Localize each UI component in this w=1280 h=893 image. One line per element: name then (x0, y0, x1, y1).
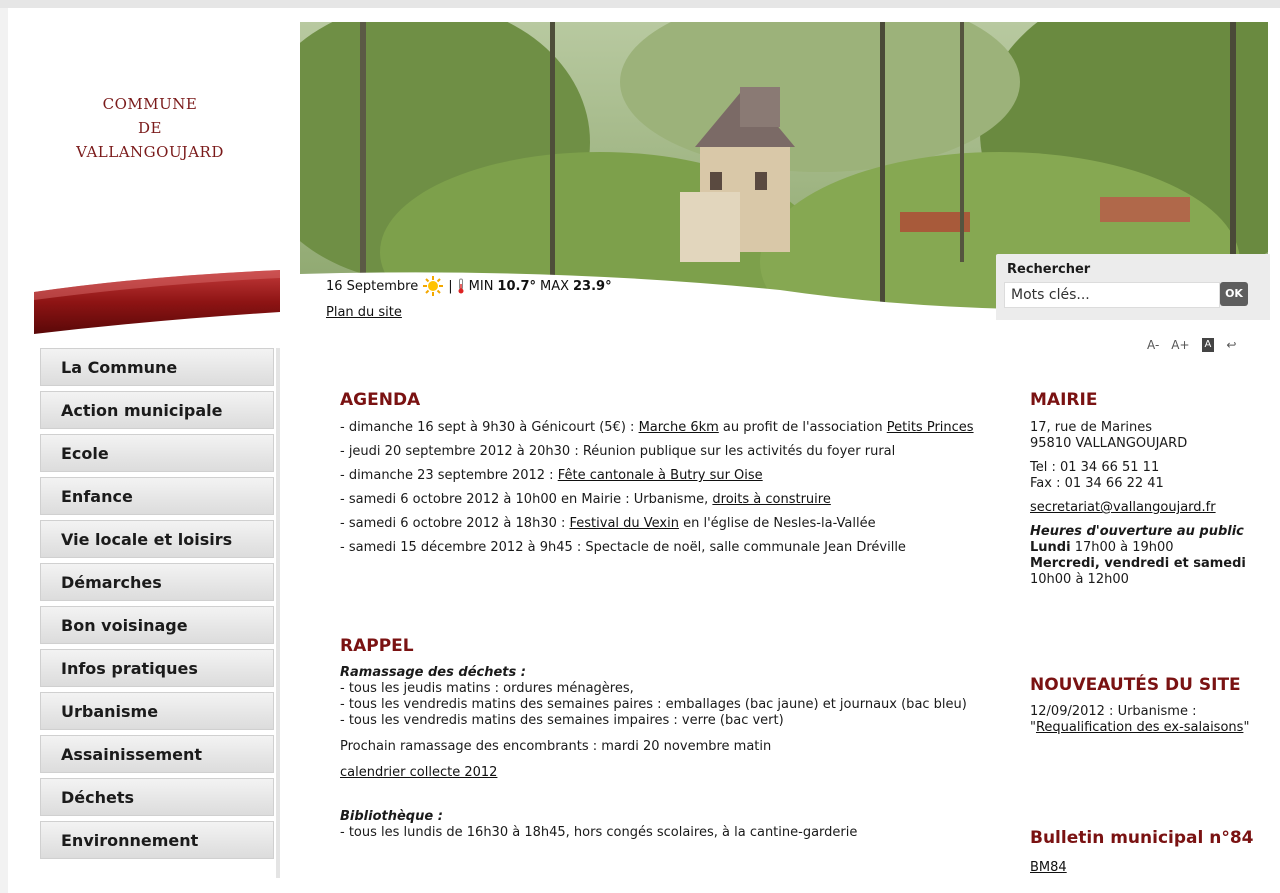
agenda-item-text: en l'église de Nesles-la-Vallée (678, 516, 876, 531)
nav-item-la-commune[interactable]: La Commune (40, 348, 274, 386)
bibliotheque-text: - tous les lundis de 16h30 à 18h45, hors… (340, 825, 858, 840)
agenda-item-text: - samedi 6 octobre 2012 à 10h00 en Mairi… (340, 492, 713, 507)
agenda-item-text: - dimanche 16 sept à 9h30 à Génicourt (5… (340, 420, 639, 435)
mairie-title: MAIRIE (1030, 390, 1098, 410)
hours-day-1: Lundi (1030, 540, 1071, 555)
sun-icon (423, 276, 444, 296)
bulletin-title: Bulletin municipal n°84 (1030, 828, 1254, 848)
thermometer-icon (458, 278, 464, 294)
search-ok-button[interactable]: OK (1220, 282, 1248, 306)
back-icon[interactable]: ↩ (1226, 338, 1236, 352)
calendrier-link[interactable]: calendrier collecte 2012 (340, 765, 497, 780)
nav-item-enfance[interactable]: Enfance (40, 477, 274, 515)
nav-item-infos-pratiques[interactable]: Infos pratiques (40, 649, 274, 687)
weather-max-label: MAX (540, 278, 570, 294)
agenda-link[interactable]: Petits Princes (887, 420, 974, 435)
logo-line-1: COMMUNE (102, 95, 198, 113)
sitemap-link[interactable]: Plan du site (326, 305, 402, 320)
sitemap-link-text[interactable]: Plan du site (326, 305, 402, 320)
font-smaller-button[interactable]: A- (1147, 338, 1159, 352)
agenda-link[interactable]: Marche 6km (639, 420, 719, 435)
hours-day-2: Mercredi, vendredi et samedi (1030, 556, 1246, 571)
mairie-email-link[interactable]: secretariat@vallangoujard.fr (1030, 500, 1216, 515)
dechets-line: - tous les vendredis matins des semaines… (340, 713, 784, 728)
logo-line-3: VALLANGOUJARD (76, 143, 224, 161)
top-border (0, 0, 1280, 8)
font-normal-button[interactable]: A (1201, 338, 1215, 352)
dechets-line: - tous les vendredis matins des semaines… (340, 697, 967, 712)
logo-line-2: DE (138, 119, 162, 137)
encombrants-text: Prochain ramassage des encombrants : mar… (340, 739, 772, 754)
agenda-item: - samedi 15 décembre 2012 à 9h45 : Spect… (340, 540, 980, 556)
agenda-item: - samedi 6 octobre 2012 à 18h30 : Festiv… (340, 516, 980, 532)
nouveautes-link[interactable]: Requalification des ex-salaisons (1036, 720, 1243, 735)
agenda-item-text: - samedi 6 octobre 2012 à 18h30 : (340, 516, 570, 531)
rappel-title: RAPPEL (340, 636, 414, 656)
weather-min: 10.7° (497, 278, 536, 294)
dechets-line: - tous les jeudis matins : ordures ménag… (340, 681, 634, 696)
mairie-tel: Tel : 01 34 66 51 11 (1030, 460, 1160, 475)
nav-item-urbanisme[interactable]: Urbanisme (40, 692, 274, 730)
agenda-link[interactable]: Fête cantonale à Butry sur Oise (558, 468, 763, 483)
hours-time-2: 10h00 à 12h00 (1030, 572, 1129, 587)
agenda-title: AGENDA (340, 390, 421, 410)
agenda-item: - samedi 6 octobre 2012 à 10h00 en Mairi… (340, 492, 980, 508)
hours-line-1: Lundi 17h00 à 19h00 (1030, 540, 1270, 556)
mairie-address-1: 17, rue de Marines (1030, 420, 1153, 435)
nav-item-vie-locale[interactable]: Vie locale et loisirs (40, 520, 274, 558)
nav-item-dechets[interactable]: Déchets (40, 778, 274, 816)
nav-item-demarches[interactable]: Démarches (40, 563, 274, 601)
agenda-link[interactable]: droits à construire (712, 492, 830, 507)
nav-shadow (276, 348, 280, 878)
weather-bar: 16 Septembre | MIN 10.7° MAX 23.9° (326, 275, 612, 297)
rappel-section: Ramassage des déchets : - tous les jeudi… (340, 665, 980, 841)
bulletin-section: BM84 (1030, 860, 1067, 876)
nav-item-assainissement[interactable]: Assainissement (40, 735, 274, 773)
nouveautes-section: 12/09/2012 : Urbanisme : "Requalificatio… (1030, 704, 1270, 736)
left-border (0, 8, 8, 893)
dechets-title: Ramassage des déchets : (340, 665, 526, 680)
search-label: Rechercher (1007, 262, 1091, 277)
agenda-item: - jeudi 20 septembre 2012 à 20h30 : Réun… (340, 444, 980, 460)
mairie-info: 17, rue de Marines 95810 VALLANGOUJARD T… (1030, 420, 1270, 588)
bibliotheque-title: Bibliothèque : (340, 809, 443, 824)
site-logo[interactable]: COMMUNE DE VALLANGOUJARD (40, 92, 260, 164)
nav-item-environnement[interactable]: Environnement (40, 821, 274, 859)
nouveautes-title: NOUVEAUTÉS DU SITE (1030, 675, 1241, 695)
agenda-item-text: au profit de l'association (718, 420, 887, 435)
nav-item-action-municipale[interactable]: Action municipale (40, 391, 274, 429)
agenda-item: - dimanche 23 septembre 2012 : Fête cant… (340, 468, 980, 484)
font-tools: A- A+ A ↩ (1147, 338, 1236, 352)
agenda-item-text: - dimanche 23 septembre 2012 : (340, 468, 558, 483)
nav-item-ecole[interactable]: Ecole (40, 434, 274, 472)
hours-title: Heures d'ouverture au public (1030, 524, 1244, 539)
nouveautes-link-line: "Requalification des ex-salaisons" (1030, 720, 1270, 736)
mairie-address-2: 95810 VALLANGOUJARD (1030, 436, 1188, 451)
main-nav: La Commune Action municipale Ecole Enfan… (40, 348, 274, 864)
mairie-fax: Fax : 01 34 66 22 41 (1030, 476, 1164, 491)
agenda-list: - dimanche 16 sept à 9h30 à Génicourt (5… (340, 420, 980, 564)
search-input[interactable]: Mots clés... (1004, 282, 1220, 308)
agenda-item-text: - samedi 15 décembre 2012 à 9h45 : Spect… (340, 540, 906, 555)
nav-item-bon-voisinage[interactable]: Bon voisinage (40, 606, 274, 644)
search-box: Rechercher Mots clés... OK (996, 254, 1270, 320)
hours-time-1: 17h00 à 19h00 (1070, 540, 1174, 555)
weather-min-label: MIN (468, 278, 494, 294)
quote-close: " (1243, 720, 1250, 735)
weather-separator: | (448, 278, 453, 294)
bulletin-link[interactable]: BM84 (1030, 860, 1067, 875)
agenda-link[interactable]: Festival du Vexin (570, 516, 679, 531)
agenda-item: - dimanche 16 sept à 9h30 à Génicourt (5… (340, 420, 980, 436)
nouveautes-line: 12/09/2012 : Urbanisme : (1030, 704, 1197, 719)
font-bigger-button[interactable]: A+ (1171, 338, 1189, 352)
decorative-red-band (34, 270, 280, 334)
weather-max: 23.9° (573, 278, 612, 294)
agenda-item-text: - jeudi 20 septembre 2012 à 20h30 : Réun… (340, 444, 896, 459)
weather-date: 16 Septembre (326, 278, 419, 294)
